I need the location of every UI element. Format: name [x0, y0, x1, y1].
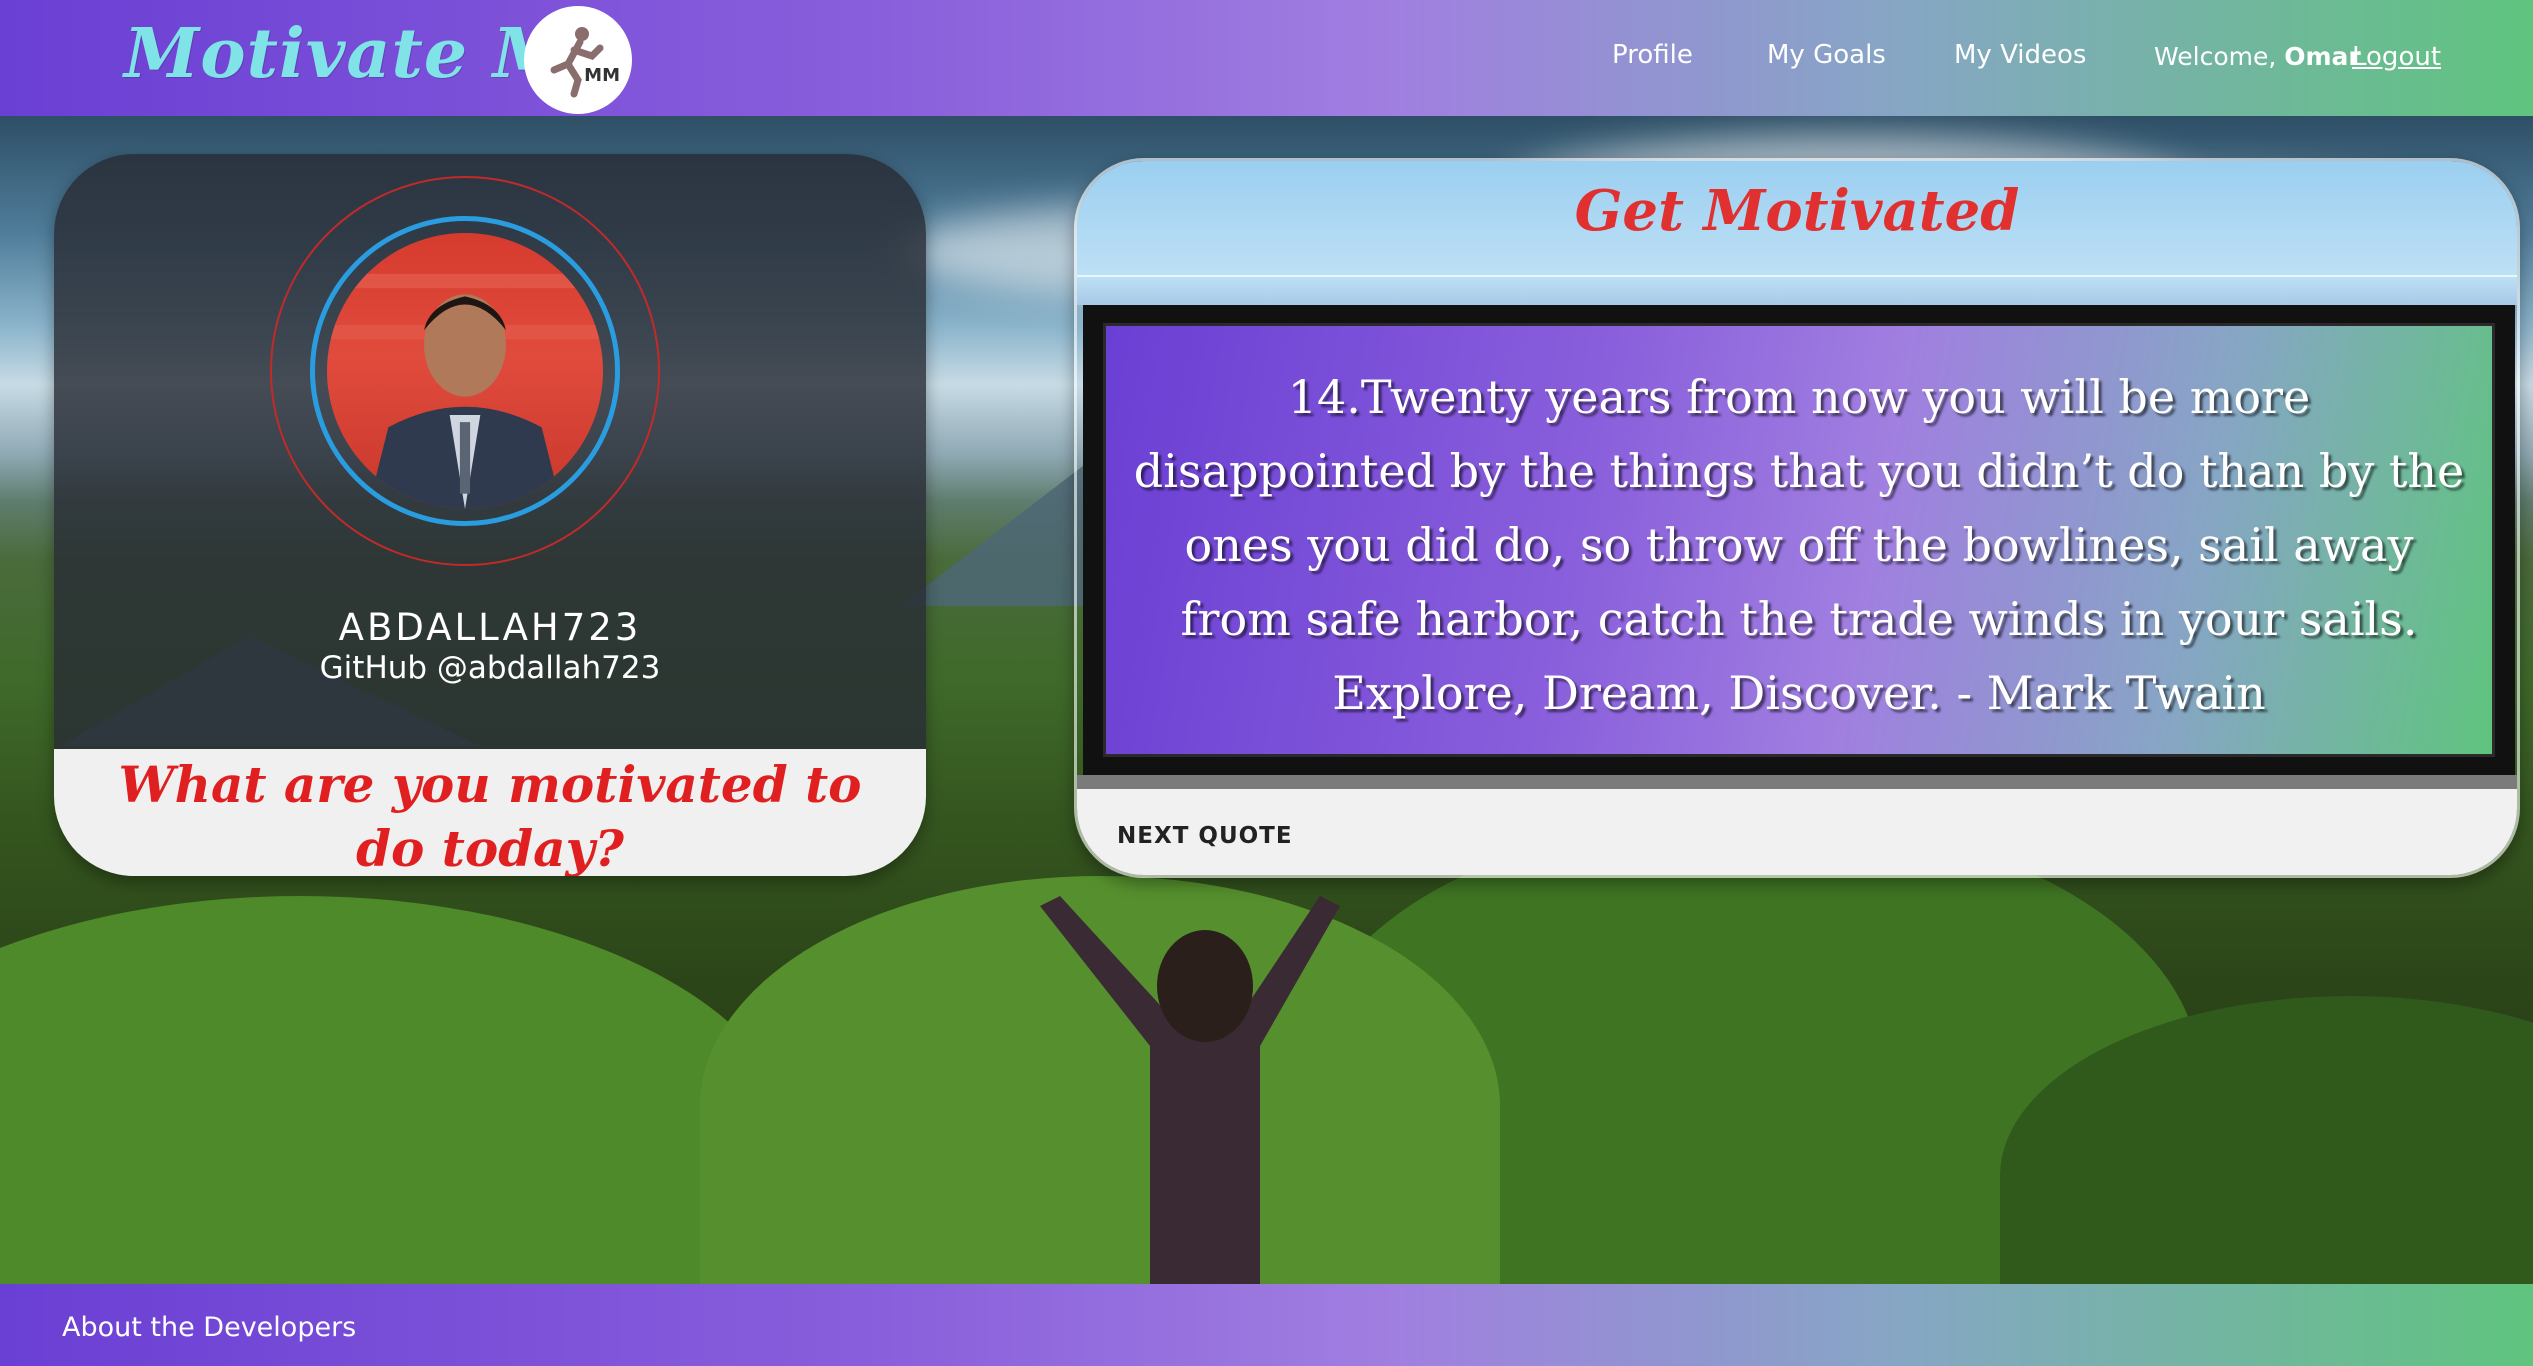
quote-divider — [1077, 775, 2517, 789]
motivation-prompt: What are you motivated to do today? — [118, 755, 862, 876]
nav-link-profile[interactable]: Profile — [1612, 40, 1693, 70]
top-navbar: Motivate Me MM Profile My Goals My Video… — [0, 0, 2533, 116]
next-quote-button[interactable]: NEXT QUOTE — [1117, 823, 1293, 849]
welcome-user-name: Omar — [2284, 42, 2361, 71]
profile-header: ABDALLAH723 GitHub @abdallah723 — [54, 154, 926, 749]
logout-link[interactable]: Logout — [2352, 42, 2441, 72]
quote-frame: 14.Twenty years from now you will be mor… — [1083, 305, 2515, 775]
page-footer: About the Developers — [0, 1284, 2533, 1366]
logo-text: MM — [584, 65, 620, 86]
about-developers-link[interactable]: About the Developers — [62, 1312, 356, 1343]
quote-card-header: Get Motivated — [1077, 161, 2517, 277]
avatar — [327, 233, 603, 509]
nav-link-my-goals[interactable]: My Goals — [1767, 40, 1886, 70]
nav-link-my-videos[interactable]: My Videos — [1954, 40, 2086, 70]
brand-logo[interactable]: MM — [524, 6, 632, 114]
quote-card-spacer — [1077, 277, 2517, 305]
profile-username: ABDALLAH723 — [338, 606, 642, 649]
quote-card: Get Motivated 14.Twenty years from now y… — [1074, 158, 2520, 878]
quote-text: 14.Twenty years from now you will be mor… — [1133, 370, 2465, 720]
profile-card: ABDALLAH723 GitHub @abdallah723 What are… — [54, 154, 926, 876]
quote-card-footer: NEXT QUOTE — [1077, 789, 2517, 875]
runner-icon — [550, 27, 604, 98]
person-arms-raised-image — [1040, 896, 1340, 1284]
avatar-ring — [310, 216, 620, 526]
welcome-prefix: Welcome, — [2154, 42, 2285, 71]
profile-github-handle[interactable]: GitHub @abdallah723 — [54, 650, 926, 686]
quote-card-title: Get Motivated — [1574, 178, 2020, 244]
profile-photo — [327, 273, 603, 509]
welcome-message: Welcome, Omar — [2154, 42, 2361, 71]
profile-prompt-section: What are you motivated to do today? — [54, 749, 926, 876]
quote-box: 14.Twenty years from now you will be mor… — [1103, 323, 2495, 757]
